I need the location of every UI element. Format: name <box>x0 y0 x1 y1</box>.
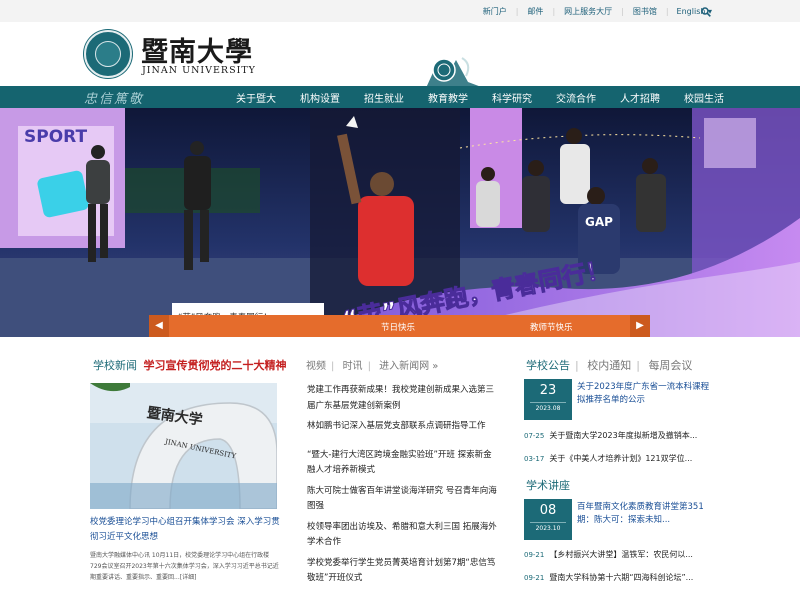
portal-link[interactable]: 新门户 <box>483 6 507 17</box>
school-motto: 忠信篤敬 <box>84 92 145 107</box>
lecture-title: 【乡村振兴大讲堂】温铁军：农民何以... <box>549 550 693 559</box>
featured-lecture-link[interactable]: 百年暨南文化素质教育讲堂第351期：陈大可：探索未知... <box>577 501 717 527</box>
university-name-cn[interactable]: 暨南大學 <box>141 30 253 69</box>
divider: | <box>636 359 640 372</box>
lecture-title: 暨南大学科协第十六期“四海科创论坛”... <box>549 573 694 582</box>
service-hall-link[interactable]: 网上服务大厅 <box>564 6 612 17</box>
tab-video[interactable]: 视频 <box>306 361 326 372</box>
news-list-item[interactable]: 陈大可院士做客百年讲堂谈海洋研究 号召青年向海图强 <box>307 484 499 515</box>
university-seal-logo[interactable] <box>84 30 132 78</box>
divider: | <box>331 361 335 372</box>
notice-title: 关于《中美人才培养计划》121双学位... <box>549 454 693 463</box>
lecture-list-item[interactable]: 09-21 【乡村振兴大讲堂】温铁军：农民何以... <box>524 549 724 560</box>
nav-item-research[interactable]: 科学研究 <box>480 90 544 105</box>
top-utility-bar: 新门户 | 邮件 | 网上服务大厅 | 图书馆 | English ▾ <box>0 0 800 22</box>
notice-date: 07-25 <box>524 432 545 440</box>
divider: | <box>552 6 556 16</box>
nav-item-recruitment[interactable]: 人才招聘 <box>608 90 672 105</box>
date-year-month: 2023.08 <box>530 402 566 412</box>
banner-tab-teachers-day[interactable]: 教师节快乐 <box>530 321 573 333</box>
tab-weekly-meetings[interactable]: 每周会议 <box>648 359 692 372</box>
notice-date: 03-17 <box>524 455 545 463</box>
main-navigation: 忠信篤敬 关于暨大 机构设置 招生就业 教育教学 科学研究 交流合作 人才招聘 … <box>0 86 800 108</box>
centennial-emblem-icon <box>426 57 484 88</box>
tab-news-briefs[interactable]: 时讯 <box>343 361 363 372</box>
shirt-logo-text: GAP <box>585 215 613 229</box>
divider: | <box>367 361 371 372</box>
search-icon[interactable] <box>701 7 711 17</box>
notice-list-item[interactable]: 03-17 关于《中美人才培养计划》121双学位... <box>524 453 724 464</box>
date-badge: 23 2023.08 <box>524 379 572 420</box>
news-list-item[interactable]: 党建工作再获新成果！我校党建创新成果入选第三届广东基层党建创新案例 <box>307 383 499 414</box>
date-badge: 08 2023.10 <box>524 499 572 540</box>
mail-link[interactable]: 邮件 <box>527 6 543 17</box>
tab-school-announcements[interactable]: 学校公告 <box>526 359 570 372</box>
news-photo[interactable]: 暨南大学 JINAN UNIVERSITY <box>90 383 277 509</box>
notice-list-item[interactable]: 07-25 关于暨南大学2023年度拟新增及撤销本... <box>524 430 724 441</box>
divider: | <box>515 6 519 16</box>
featured-notice-link[interactable]: 关于2023年度广东省一流本科课程拟推荐名单的公示 <box>577 381 717 407</box>
nav-item-education[interactable]: 教育教学 <box>416 90 480 105</box>
nav-item-organization[interactable]: 机构设置 <box>288 90 352 105</box>
twenty-congress-link[interactable]: 学习宣传贯彻党的二十大精神 <box>144 359 287 372</box>
divider: | <box>575 359 579 372</box>
date-year-month: 2023.10 <box>530 522 566 532</box>
lecture-list-item[interactable]: 09-21 暨南大学科协第十六期“四海科创论坛”... <box>524 572 724 583</box>
nav-item-campus-life[interactable]: 校园生活 <box>672 90 736 105</box>
nav-item-exchange[interactable]: 交流合作 <box>544 90 608 105</box>
banner-photo: SPORT GAP “荧”风奔跑，青春同行！ <box>0 108 800 337</box>
news-list-item[interactable]: 校领导率团出访埃及、希腊和意大利三国 拓展海外学术合作 <box>307 520 499 551</box>
nav-item-admissions[interactable]: 招生就业 <box>352 90 416 105</box>
notice-title: 关于暨南大学2023年度拟新增及撤销本... <box>549 431 698 440</box>
tab-campus-notices[interactable]: 校内通知 <box>587 359 631 372</box>
lecture-date: 09-21 <box>524 551 545 559</box>
news-list-item[interactable]: 林如鹏书记深入基层党支部联系点调研指导工作 <box>307 419 499 435</box>
media-tabs: 视频 | 时讯 | 进入新闻网 » <box>306 357 438 372</box>
school-news-header: 学校新闻 学习宣传贯彻党的二十大精神 <box>93 357 287 373</box>
banner-next-arrow-icon[interactable]: ▶ <box>630 315 650 337</box>
nav-item-about[interactable]: 关于暨大 <box>224 90 288 105</box>
divider: | <box>665 6 669 16</box>
enter-news-site-link[interactable]: 进入新闻网 » <box>379 361 438 372</box>
library-link[interactable]: 图书馆 <box>633 6 657 17</box>
news-summary: 暨南大学融媒体中心讯 10月11日，校党委理论学习中心组在行政楼729会议室召开… <box>90 552 279 581</box>
hero-banner[interactable]: SPORT GAP “荧”风奔跑，青春同行！ ◀ 节日快乐 教师节快乐 ▶ <box>0 108 800 337</box>
banner-prev-arrow-icon[interactable]: ◀ <box>149 315 169 337</box>
academic-lectures-header[interactable]: 学术讲座 <box>526 477 570 493</box>
news-list-item[interactable]: “暨大-建行大湾区跨境金融实验班”开班 探索新金融人才培养新模式 <box>307 448 499 479</box>
banner-tab-festival[interactable]: 节日快乐 <box>381 321 415 333</box>
site-header: 暨南大學 JINAN UNIVERSITY <box>0 22 800 88</box>
divider: | <box>621 6 624 16</box>
news-list: 党建工作再获新成果！我校党建创新成果入选第三届广东基层党建创新案例 林如鹏书记深… <box>307 383 499 587</box>
university-name-en: JINAN UNIVERSITY <box>142 65 256 76</box>
news-list-item[interactable]: 学校党委举行学生党员菁英培育计划第7期“忠信笃敬班”开班仪式 <box>307 556 499 587</box>
sport-sign-text: SPORT <box>24 127 87 147</box>
school-news-tab[interactable]: 学校新闻 <box>93 359 137 372</box>
university-gate-image: 暨南大学 JINAN UNIVERSITY <box>90 383 277 509</box>
news-headline-link[interactable]: 校党委理论学习中心组召开集体学习会 深入学习贯彻习近平文化思想 <box>90 515 280 545</box>
lecture-date: 09-21 <box>524 574 545 582</box>
notice-tabs: 学校公告 | 校内通知 | 每周会议 <box>526 357 692 373</box>
date-day: 23 <box>539 383 557 398</box>
banner-tab-strip: ◀ 节日快乐 教师节快乐 ▶ <box>149 315 650 337</box>
date-day: 08 <box>539 503 557 518</box>
